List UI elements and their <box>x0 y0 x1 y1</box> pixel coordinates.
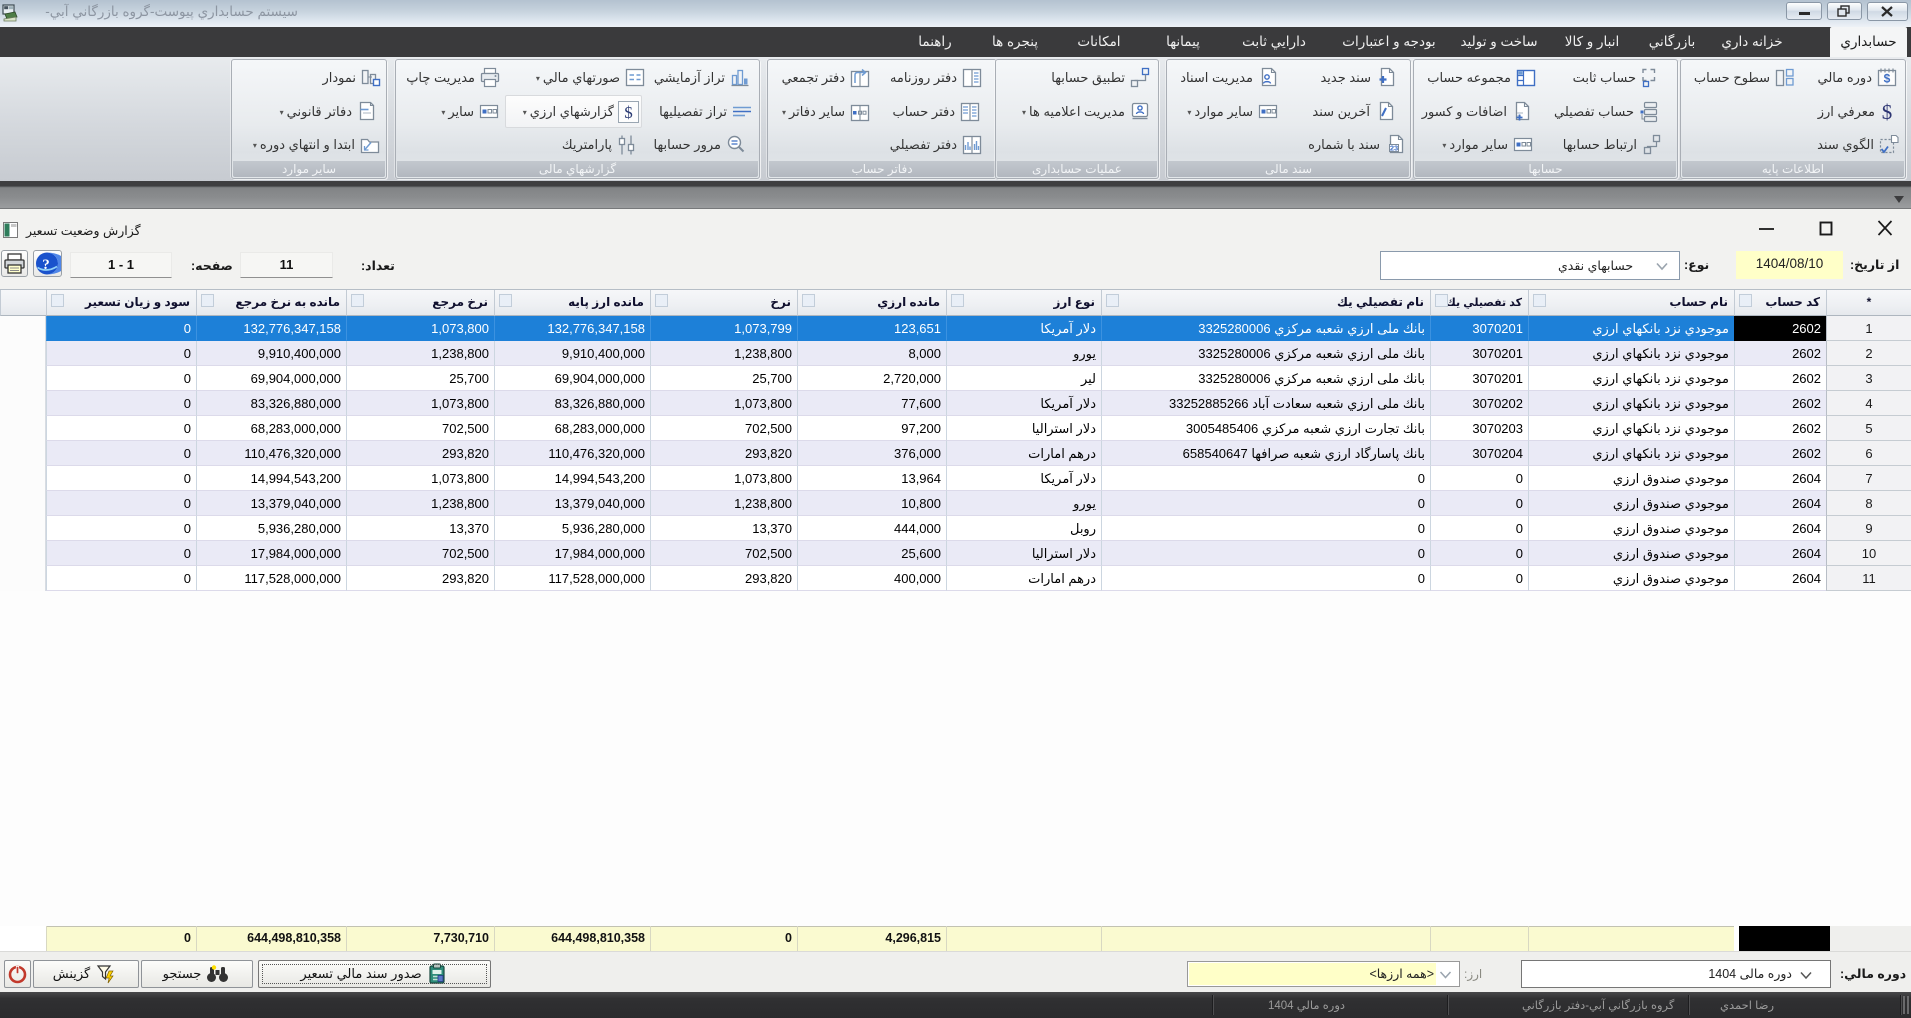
svg-text:$: $ <box>624 103 633 122</box>
svg-text:?: ? <box>42 257 50 273</box>
svg-text:23: 23 <box>1390 144 1398 153</box>
svg-text:$: $ <box>1884 72 1891 86</box>
svg-text:$: $ <box>1882 100 1893 124</box>
